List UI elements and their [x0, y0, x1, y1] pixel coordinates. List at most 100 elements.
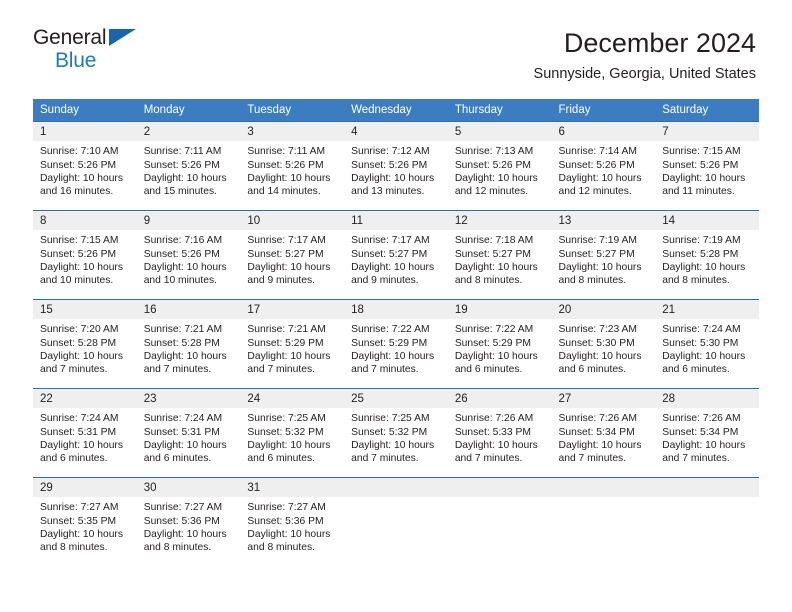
- daylight-text-line2: and 7 minutes.: [351, 452, 419, 464]
- day-cell-empty: [655, 477, 759, 567]
- day-details: Sunrise: 7:15 AM Sunset: 5:26 PM Dayligh…: [655, 141, 759, 198]
- daylight-text-line2: and 8 minutes.: [40, 541, 108, 553]
- day-details: Sunrise: 7:26 AM Sunset: 5:33 PM Dayligh…: [448, 408, 552, 465]
- week-row: 1 Sunrise: 7:10 AM Sunset: 5:26 PM Dayli…: [33, 121, 759, 211]
- day-number: 11: [344, 211, 448, 231]
- sunrise-text: Sunrise: 7:22 AM: [351, 324, 430, 336]
- day-cell[interactable]: 21 Sunrise: 7:24 AM Sunset: 5:30 PM Dayl…: [655, 299, 759, 389]
- day-cell[interactable]: 14 Sunrise: 7:19 AM Sunset: 5:28 PM Dayl…: [655, 210, 759, 300]
- sunrise-text: Sunrise: 7:19 AM: [662, 235, 741, 247]
- day-cell[interactable]: 23 Sunrise: 7:24 AM Sunset: 5:31 PM Dayl…: [136, 388, 241, 478]
- sunset-text: Sunset: 5:27 PM: [558, 248, 635, 260]
- weekday-header-tuesday: Tuesday: [240, 99, 345, 122]
- day-details: Sunrise: 7:26 AM Sunset: 5:34 PM Dayligh…: [552, 408, 656, 465]
- day-cell[interactable]: 4 Sunrise: 7:12 AM Sunset: 5:26 PM Dayli…: [344, 121, 448, 211]
- day-cell[interactable]: 25 Sunrise: 7:25 AM Sunset: 5:32 PM Dayl…: [344, 388, 448, 478]
- day-cell[interactable]: 19 Sunrise: 7:22 AM Sunset: 5:29 PM Dayl…: [447, 299, 552, 389]
- sunrise-text: Sunrise: 7:24 AM: [143, 413, 223, 425]
- sunrise-text: Sunrise: 7:17 AM: [247, 235, 326, 247]
- sunrise-text: Sunrise: 7:24 AM: [40, 413, 119, 425]
- day-number: 22: [33, 389, 137, 409]
- day-number: 12: [447, 211, 552, 231]
- sunrise-text: Sunrise: 7:10 AM: [40, 146, 119, 158]
- sunrise-text: Sunrise: 7:14 AM: [558, 146, 637, 158]
- day-number: [447, 478, 552, 498]
- day-number: 27: [551, 389, 656, 409]
- day-cell[interactable]: 29 Sunrise: 7:27 AM Sunset: 5:35 PM Dayl…: [33, 477, 137, 567]
- weekday-header-sunday: Sunday: [33, 99, 137, 122]
- day-number: 29: [33, 478, 137, 498]
- day-cell[interactable]: 12 Sunrise: 7:18 AM Sunset: 5:27 PM Dayl…: [447, 210, 552, 300]
- day-number: 8: [33, 211, 137, 231]
- day-cell[interactable]: 16 Sunrise: 7:21 AM Sunset: 5:28 PM Dayl…: [136, 299, 241, 389]
- day-cell[interactable]: 9 Sunrise: 7:16 AM Sunset: 5:26 PM Dayli…: [136, 210, 241, 300]
- day-number: 4: [344, 122, 448, 142]
- daylight-text-line2: and 12 minutes.: [558, 185, 632, 197]
- sunset-text: Sunset: 5:26 PM: [40, 159, 117, 171]
- sunset-text: Sunset: 5:35 PM: [40, 515, 117, 527]
- daylight-text-line2: and 13 minutes.: [351, 185, 425, 197]
- sunset-text: Sunset: 5:31 PM: [40, 426, 117, 438]
- sunset-text: Sunset: 5:28 PM: [143, 337, 220, 349]
- sunrise-sunset-calendar: Sunday Monday Tuesday Wednesday Thursday…: [33, 99, 759, 567]
- day-cell[interactable]: 3 Sunrise: 7:11 AM Sunset: 5:26 PM Dayli…: [240, 121, 345, 211]
- day-cell[interactable]: 20 Sunrise: 7:23 AM Sunset: 5:30 PM Dayl…: [551, 299, 656, 389]
- sunset-text: Sunset: 5:27 PM: [454, 248, 531, 260]
- sunrise-text: Sunrise: 7:26 AM: [558, 413, 637, 425]
- day-cell[interactable]: 10 Sunrise: 7:17 AM Sunset: 5:27 PM Dayl…: [240, 210, 345, 300]
- weekday-header-row: Sunday Monday Tuesday Wednesday Thursday…: [33, 99, 759, 122]
- day-cell[interactable]: 15 Sunrise: 7:20 AM Sunset: 5:28 PM Dayl…: [33, 299, 137, 389]
- day-details: Sunrise: 7:11 AM Sunset: 5:26 PM Dayligh…: [240, 141, 344, 198]
- sunset-text: Sunset: 5:28 PM: [662, 248, 739, 260]
- daylight-text-line1: Daylight: 10 hours: [247, 439, 331, 451]
- day-cell[interactable]: 5 Sunrise: 7:13 AM Sunset: 5:26 PM Dayli…: [447, 121, 552, 211]
- day-number: 15: [33, 300, 137, 320]
- day-cell[interactable]: 27 Sunrise: 7:26 AM Sunset: 5:34 PM Dayl…: [551, 388, 656, 478]
- day-cell[interactable]: 13 Sunrise: 7:19 AM Sunset: 5:27 PM Dayl…: [551, 210, 656, 300]
- week-row: 15 Sunrise: 7:20 AM Sunset: 5:28 PM Dayl…: [33, 299, 759, 389]
- day-cell[interactable]: 8 Sunrise: 7:15 AM Sunset: 5:26 PM Dayli…: [33, 210, 137, 300]
- day-cell[interactable]: 7 Sunrise: 7:15 AM Sunset: 5:26 PM Dayli…: [655, 121, 759, 211]
- day-cell[interactable]: 26 Sunrise: 7:26 AM Sunset: 5:33 PM Dayl…: [447, 388, 552, 478]
- day-number: 7: [655, 122, 759, 142]
- day-number: 5: [447, 122, 552, 142]
- daylight-text-line2: and 15 minutes.: [143, 185, 217, 197]
- day-cell[interactable]: 6 Sunrise: 7:14 AM Sunset: 5:26 PM Dayli…: [551, 121, 656, 211]
- daylight-text-line1: Daylight: 10 hours: [143, 261, 227, 273]
- day-number: 17: [240, 300, 345, 320]
- day-cell[interactable]: 30 Sunrise: 7:27 AM Sunset: 5:36 PM Dayl…: [136, 477, 241, 567]
- day-details: Sunrise: 7:17 AM Sunset: 5:27 PM Dayligh…: [344, 230, 448, 287]
- day-cell[interactable]: 22 Sunrise: 7:24 AM Sunset: 5:31 PM Dayl…: [33, 388, 137, 478]
- week-row: 8 Sunrise: 7:15 AM Sunset: 5:26 PM Dayli…: [33, 210, 759, 300]
- daylight-text-line1: Daylight: 10 hours: [40, 528, 123, 540]
- sunset-text: Sunset: 5:27 PM: [247, 248, 324, 260]
- daylight-text-line1: Daylight: 10 hours: [247, 350, 331, 362]
- brand-logo[interactable]: General Blue: [33, 27, 143, 77]
- day-number: 13: [551, 211, 656, 231]
- day-number: 18: [344, 300, 448, 320]
- location-subtitle: Sunnyside, Georgia, United States: [533, 66, 756, 83]
- day-cell[interactable]: 1 Sunrise: 7:10 AM Sunset: 5:26 PM Dayli…: [33, 121, 137, 211]
- day-cell[interactable]: 2 Sunrise: 7:11 AM Sunset: 5:26 PM Dayli…: [136, 121, 241, 211]
- day-details: Sunrise: 7:26 AM Sunset: 5:34 PM Dayligh…: [655, 408, 759, 465]
- daylight-text-line2: and 6 minutes.: [143, 452, 212, 464]
- daylight-text-line1: Daylight: 10 hours: [40, 261, 123, 273]
- day-number: 21: [655, 300, 759, 320]
- day-number: 20: [551, 300, 656, 320]
- daylight-text-line1: Daylight: 10 hours: [454, 350, 538, 362]
- day-details: Sunrise: 7:10 AM Sunset: 5:26 PM Dayligh…: [33, 141, 137, 198]
- day-cell[interactable]: 17 Sunrise: 7:21 AM Sunset: 5:29 PM Dayl…: [240, 299, 345, 389]
- day-cell[interactable]: 18 Sunrise: 7:22 AM Sunset: 5:29 PM Dayl…: [344, 299, 448, 389]
- daylight-text-line1: Daylight: 10 hours: [247, 261, 331, 273]
- day-cell[interactable]: 28 Sunrise: 7:26 AM Sunset: 5:34 PM Dayl…: [655, 388, 759, 478]
- sunrise-text: Sunrise: 7:26 AM: [454, 413, 534, 425]
- day-cell[interactable]: 31 Sunrise: 7:27 AM Sunset: 5:36 PM Dayl…: [240, 477, 345, 567]
- sunrise-text: Sunrise: 7:26 AM: [662, 413, 741, 425]
- day-cell[interactable]: 24 Sunrise: 7:25 AM Sunset: 5:32 PM Dayl…: [240, 388, 345, 478]
- day-number: 28: [655, 389, 759, 409]
- sunrise-text: Sunrise: 7:23 AM: [558, 324, 637, 336]
- day-details: Sunrise: 7:23 AM Sunset: 5:30 PM Dayligh…: [552, 319, 656, 376]
- daylight-text-line1: Daylight: 10 hours: [143, 439, 227, 451]
- day-cell[interactable]: 11 Sunrise: 7:17 AM Sunset: 5:27 PM Dayl…: [344, 210, 448, 300]
- day-details: Sunrise: 7:16 AM Sunset: 5:26 PM Dayligh…: [137, 230, 241, 287]
